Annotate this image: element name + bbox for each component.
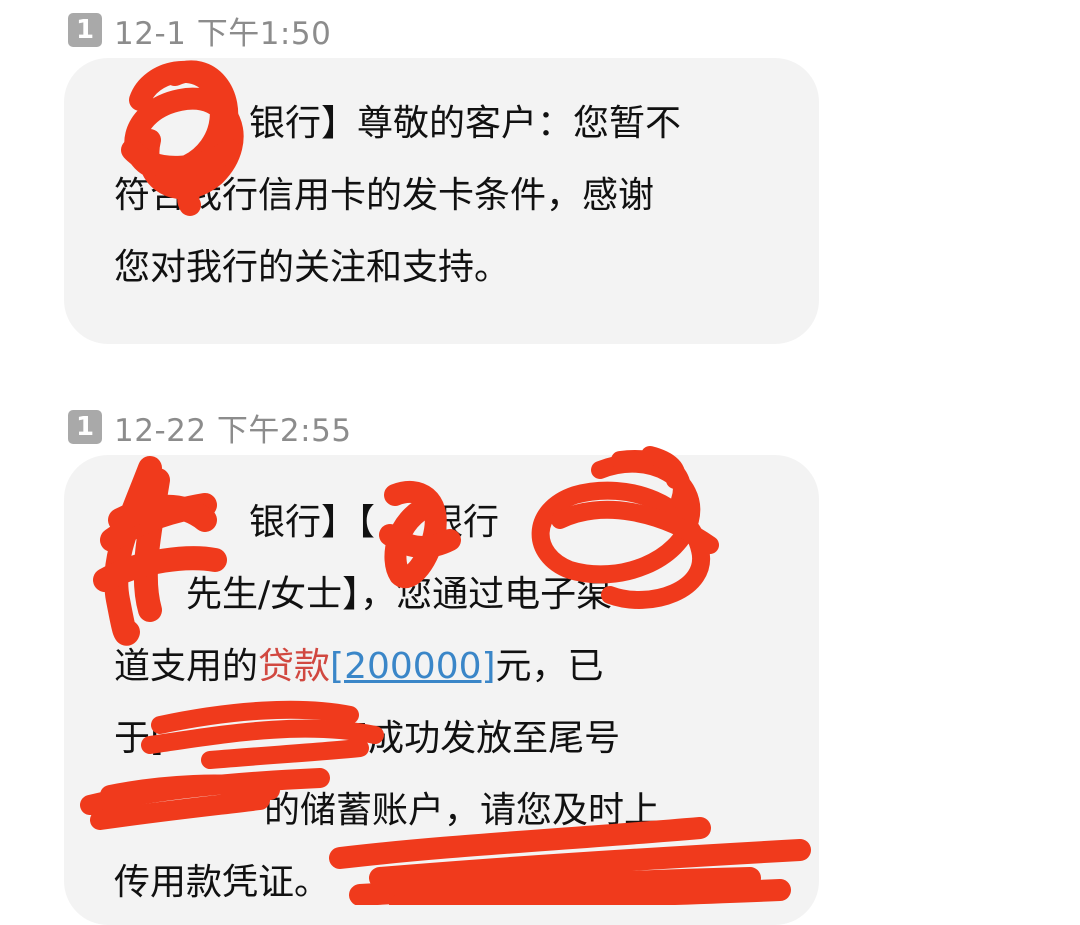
message-header: 1 12-1 下午1:50 [68, 10, 332, 52]
message-line: 道支用的贷款[200000]元，已 [114, 646, 604, 687]
message-line: 银行】尊敬的客户：您暂不 [249, 103, 682, 144]
message-line: 的储蓄账户，请您及时上 [264, 790, 661, 831]
message-line: 银行】【 银行 [249, 502, 500, 543]
loan-keyword: 贷款 [258, 646, 331, 687]
message-timestamp: 12-1 下午1:50 [114, 15, 332, 52]
message-line: 符合我行信用卡的发卡条件，感谢 [114, 175, 655, 216]
message-line: 传用款凭证。 [114, 862, 331, 903]
message-line: 于[]成功发放至尾号 [114, 718, 621, 759]
message-line: 先生/女士】，您通过电子渠 [186, 574, 613, 615]
sim-card-icon: 1 [68, 410, 102, 444]
amount-link[interactable]: [200000] [330, 646, 496, 687]
message-line: 您对我行的关注和支持。 [114, 247, 511, 288]
sim-card-icon: 1 [68, 13, 102, 47]
message-bubble[interactable]: 银行】【 银行 先生/女士】，您通过电子渠 道支用的贷款[200000]元，已 于… [64, 455, 819, 925]
message-timestamp: 12-22 下午2:55 [114, 412, 352, 449]
message-bubble[interactable]: 银行】尊敬的客户：您暂不 符合我行信用卡的发卡条件，感谢 您对我行的关注和支持。 [64, 58, 819, 344]
message-header: 1 12-22 下午2:55 [68, 407, 352, 449]
